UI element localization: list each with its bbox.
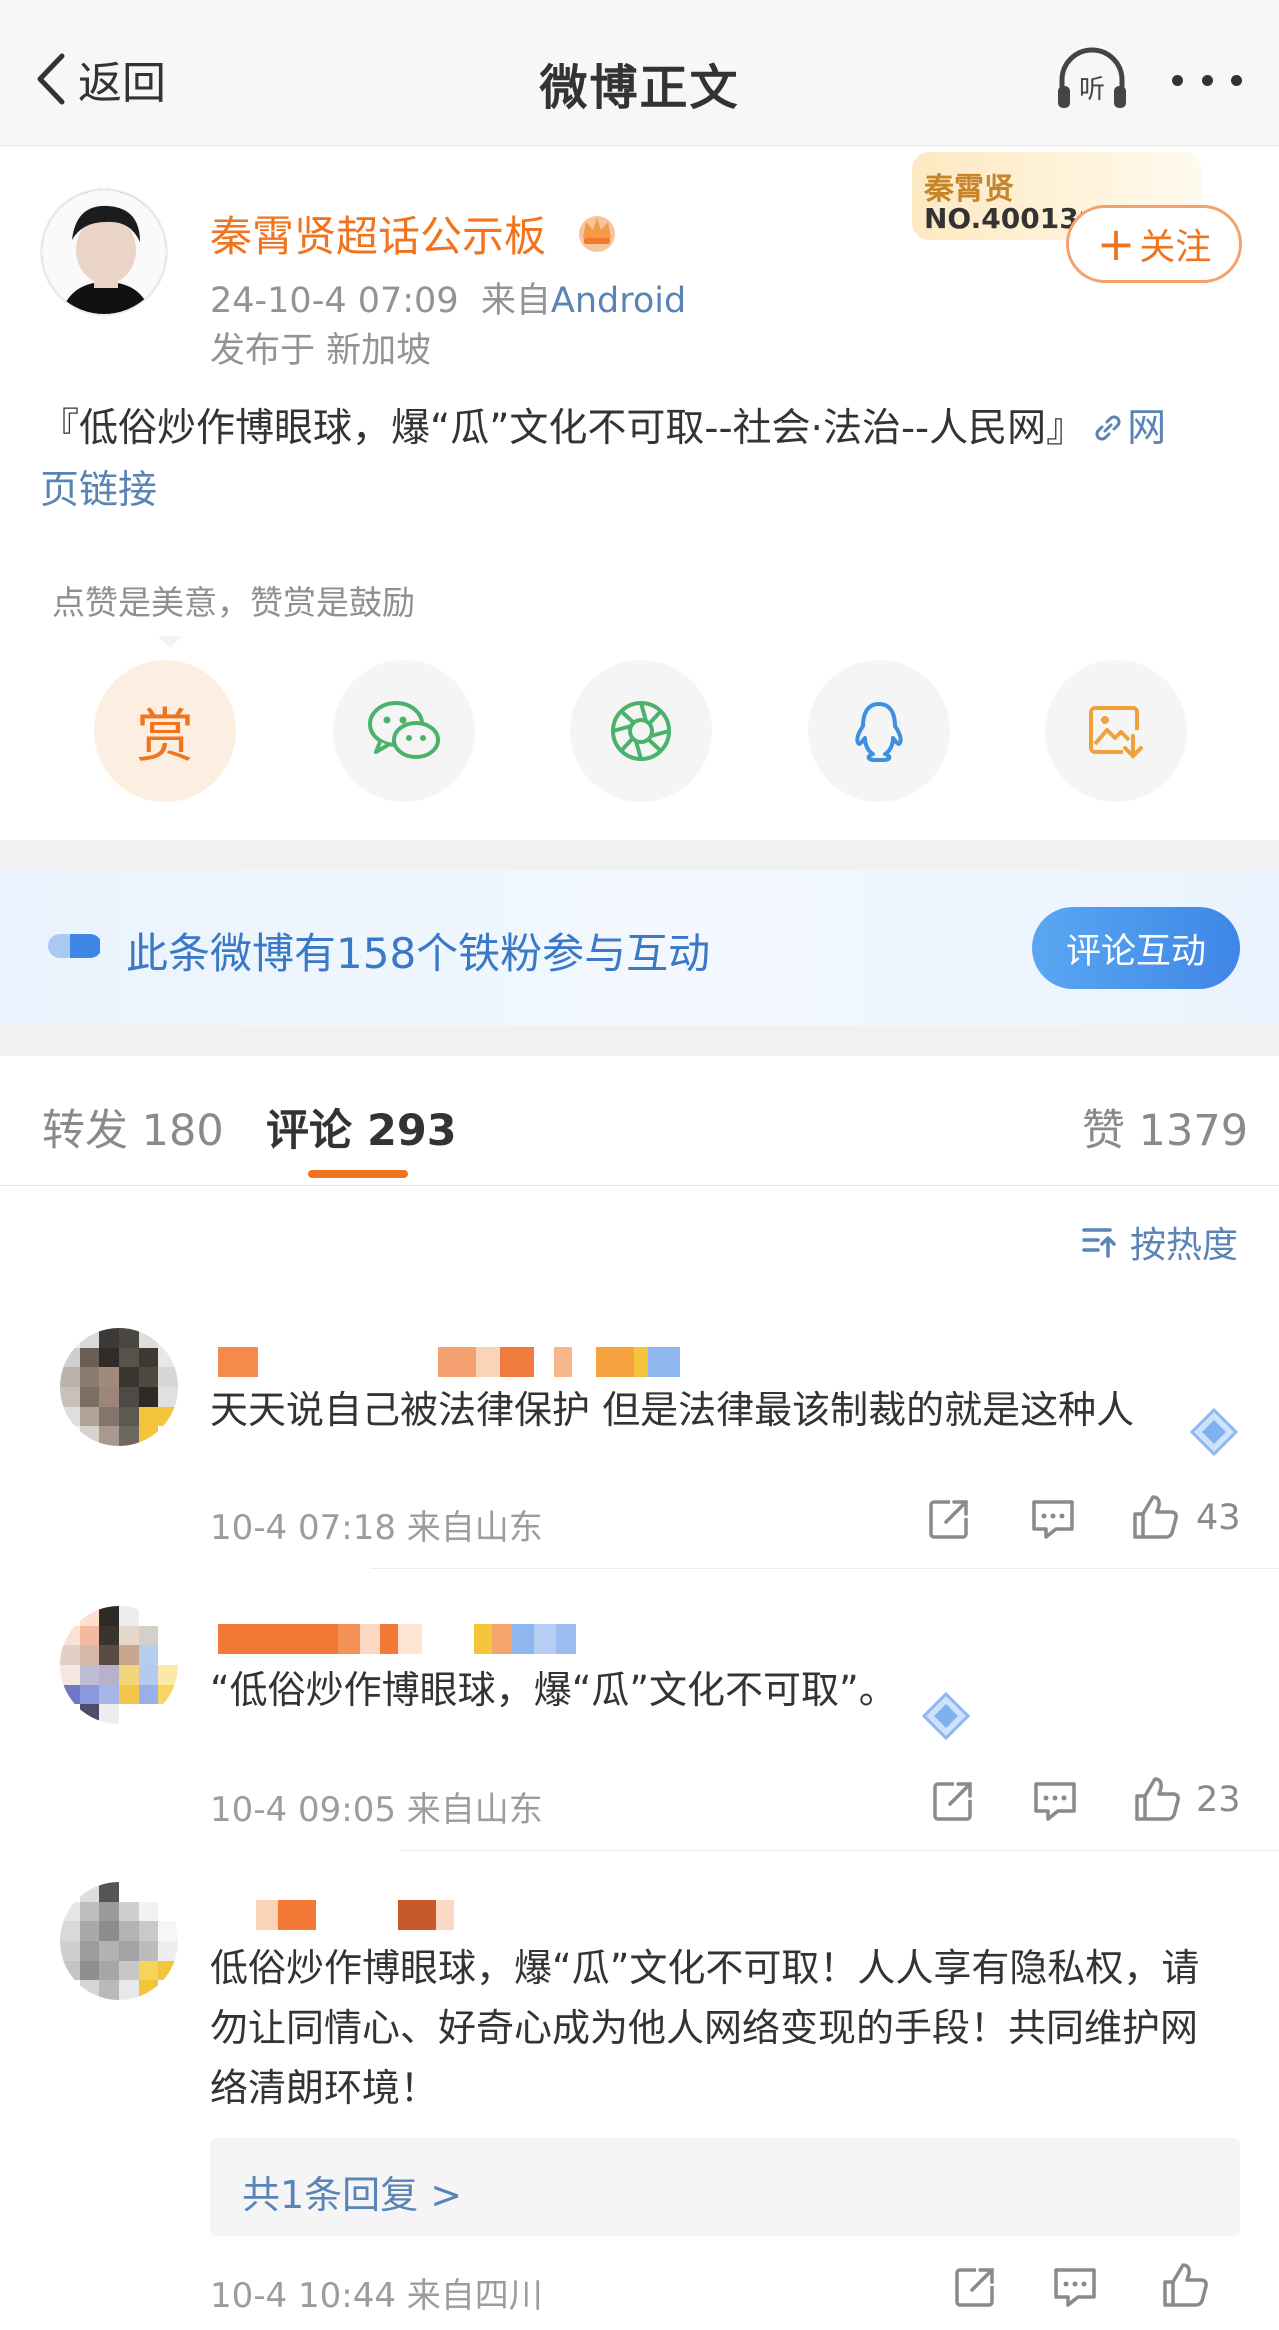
author-name[interactable]: 秦霄贤超话公示板 [210, 203, 546, 264]
fan-banner-text: 此条微博有158个铁粉参与互动 [126, 929, 711, 978]
back-button[interactable]: 返回 [32, 48, 166, 110]
share-wechat-button[interactable] [333, 660, 475, 802]
like-icon[interactable] [1130, 1492, 1180, 1542]
save-image-icon [1089, 706, 1143, 759]
tab-bar: 转发 180 评论 293 赞 1379 [0, 1056, 1279, 1186]
follow-button[interactable]: + 关注 [1066, 205, 1242, 283]
save-image-button[interactable] [1045, 660, 1187, 802]
comment-separator [370, 1568, 1279, 1569]
web-link-label-2: 页链接 [40, 468, 158, 513]
fans-icon [48, 934, 100, 958]
pixelated-avatar [60, 1328, 178, 1446]
gem-icon [1189, 1407, 1239, 1457]
comment-meta: 10-4 10:44 来自四川 [210, 2276, 543, 2316]
comment-avatar[interactable] [60, 1606, 178, 1724]
post-source: Android [550, 281, 687, 321]
comment-username-redacted[interactable] [218, 1624, 576, 1654]
share-qq-button[interactable] [808, 660, 950, 802]
comment-text: 天天说自己被法律保护 但是法律最该制裁的就是这种人 [210, 1388, 1135, 1432]
comment-username-redacted[interactable] [256, 1900, 454, 1930]
active-tab-indicator [308, 1170, 408, 1178]
moments-icon [611, 701, 671, 761]
comment-interact-button[interactable]: 评论互动 [1032, 907, 1240, 989]
comment-separator [400, 1850, 1279, 1851]
comment-avatar[interactable] [60, 1882, 178, 2000]
reward-button[interactable]: 赏 [94, 660, 236, 802]
crown-icon [579, 216, 615, 252]
comment-meta: 10-4 09:05 来自山东 [210, 1790, 543, 1830]
share-icon[interactable] [952, 2264, 998, 2310]
post-time: 24-10-4 07:09 [210, 281, 459, 321]
back-chevron-icon [37, 53, 65, 105]
gem-icon [921, 1691, 971, 1741]
view-replies-button[interactable]: 共1条回复 > [210, 2138, 1240, 2236]
section-divider [0, 1026, 1279, 1056]
comment-text: 低俗炒作博眼球，爆“瓜”文化不可取！人人享有隐私权，请勿让同情心、好奇心成为他人… [210, 1946, 1200, 2110]
follow-label: 关注 [1139, 227, 1212, 268]
more-dots-icon[interactable] [1172, 66, 1242, 94]
link-icon [1095, 415, 1121, 441]
back-label: 返回 [78, 58, 166, 109]
comment-icon[interactable] [1032, 1778, 1078, 1824]
comment-icon[interactable] [1052, 2264, 1098, 2310]
reward-tip-arrow [158, 636, 182, 648]
sort-by-hot-button[interactable]: 按热度 [1080, 1216, 1238, 1268]
fan-badge-number: NO.400130 [924, 202, 1082, 235]
post-text: 『低俗炒作博眼球，爆“瓜”文化不可取--社会·法治--人民网』 [40, 406, 1086, 451]
author-avatar[interactable] [40, 188, 168, 316]
comment-meta: 10-4 07:18 来自山东 [210, 1508, 543, 1548]
share-icon[interactable] [926, 1496, 972, 1542]
source-prefix: 来自 [480, 281, 551, 321]
comment-icon[interactable] [1030, 1496, 1076, 1542]
comment-username-redacted[interactable] [218, 1347, 680, 1377]
post-location: 发布于 新加坡 [210, 331, 432, 371]
qq-icon [855, 702, 903, 762]
like-icon[interactable] [1132, 1774, 1182, 1824]
like-icon[interactable] [1160, 2260, 1210, 2310]
listen-headphone-icon[interactable]: 听 [1054, 46, 1130, 112]
sort-icon [1082, 1228, 1116, 1258]
comment-text: “低俗炒作博眼球，爆“瓜”文化不可取”。 [210, 1668, 897, 1712]
reply-count-label: 共1条回复 > [242, 2173, 463, 2217]
section-divider [0, 840, 1279, 870]
share-moments-button[interactable] [570, 660, 712, 802]
sort-label: 按热度 [1130, 1225, 1239, 1266]
like-count: 43 [1196, 1498, 1241, 1538]
like-count: 23 [1196, 1780, 1241, 1820]
wechat-icon [368, 701, 440, 759]
svg-text:听: 听 [1079, 75, 1105, 105]
pixelated-avatar [60, 1882, 178, 2000]
post-body: 『低俗炒作博眼球，爆“瓜”文化不可取--社会·法治--人民网』网页链接 [40, 398, 1240, 522]
reward-label: 赏 [135, 702, 194, 770]
share-icon[interactable] [930, 1778, 976, 1824]
reward-tip: 点赞是美意，赞赏是鼓励 [52, 583, 415, 622]
comment-avatar[interactable] [60, 1328, 178, 1446]
pixelated-avatar [60, 1606, 178, 1724]
tab-repost[interactable]: 转发 180 [42, 1096, 224, 1158]
post-meta-time: 24-10-4 07:09 来自Android [210, 272, 686, 323]
tab-comment[interactable]: 评论 293 [266, 1096, 457, 1158]
web-link-label-1: 网 [1127, 406, 1167, 451]
tab-like[interactable]: 赞 1379 [1082, 1096, 1248, 1158]
plus-icon: + [1096, 217, 1136, 271]
navigation-bar: 返回 微博正文 听 [0, 0, 1279, 146]
